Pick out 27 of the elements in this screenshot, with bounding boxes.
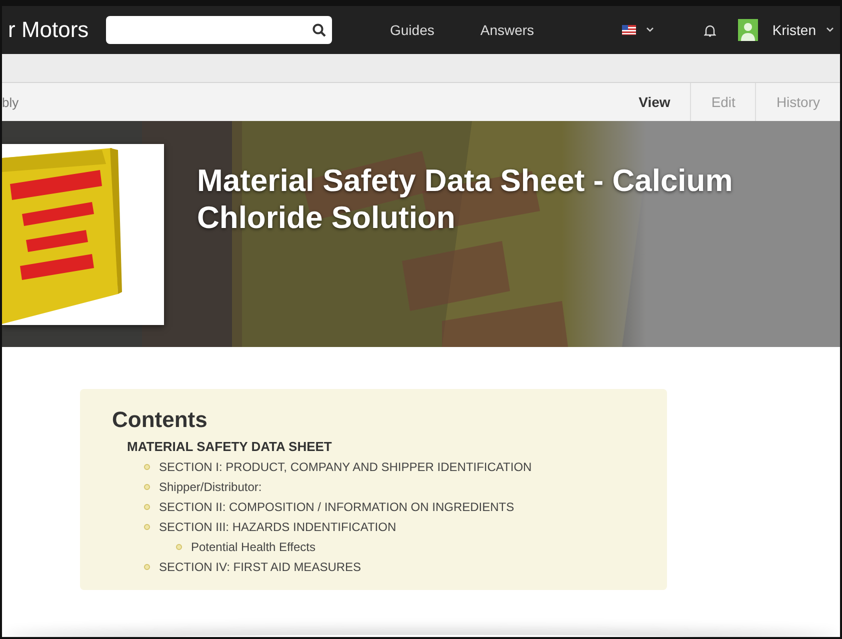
- contents-link[interactable]: MATERIAL SAFETY DATA SHEET: [127, 439, 667, 454]
- bullet-icon: [144, 464, 150, 470]
- bullet-icon: [144, 504, 150, 510]
- search-icon[interactable]: [312, 23, 326, 37]
- contents-link[interactable]: Potential Health Effects: [191, 540, 316, 554]
- page-tab[interactable]: View: [618, 83, 690, 121]
- search-field[interactable]: [106, 16, 332, 44]
- contents-link[interactable]: Shipper/Distributor:: [159, 480, 262, 494]
- caret-icon[interactable]: [826, 27, 834, 33]
- contents-heading: Contents: [112, 407, 208, 433]
- site-logo[interactable]: r Motors: [8, 17, 96, 43]
- bell-icon[interactable]: [704, 24, 716, 36]
- avatar-icon[interactable]: [738, 19, 758, 41]
- caret-icon[interactable]: [646, 27, 654, 33]
- breadcrumb[interactable]: bly: [2, 94, 19, 110]
- contents-link[interactable]: SECTION III: HAZARDS INDENTIFICATION: [159, 520, 396, 534]
- bullet-icon: [144, 564, 150, 570]
- bullet-icon: [144, 524, 150, 530]
- bullet-icon: [176, 544, 182, 550]
- nav-link[interactable]: Answers: [480, 22, 534, 38]
- user-name[interactable]: Kristen: [772, 22, 816, 38]
- nav-link[interactable]: Guides: [390, 22, 434, 38]
- bullet-icon: [144, 484, 150, 490]
- contents-link[interactable]: SECTION II: COMPOSITION / INFORMATION ON INGREDIENTS: [159, 500, 514, 514]
- contents-link[interactable]: SECTION I: PRODUCT, COMPANY AND SHIPPER IDENTIFICATION: [159, 460, 532, 474]
- contents-link[interactable]: SECTION IV: FIRST AID MEASURES: [159, 560, 362, 574]
- flag-icon[interactable]: [622, 25, 636, 35]
